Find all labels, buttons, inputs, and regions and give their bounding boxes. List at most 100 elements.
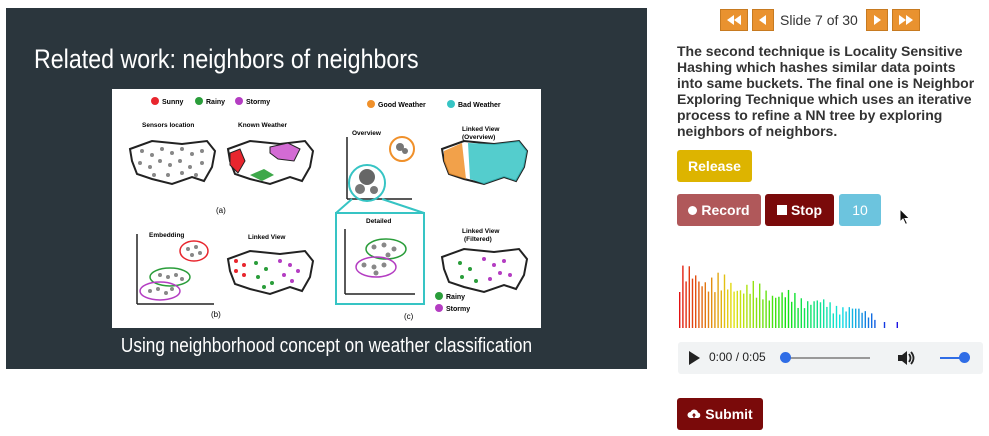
stop-icon: [776, 205, 787, 215]
waveform-bar: [775, 297, 777, 328]
label-linked-overview-sub: (Overview): [462, 134, 495, 141]
submit-button[interactable]: Submit: [677, 398, 763, 430]
waveform-bar: [720, 290, 722, 328]
audio-waveform: [679, 265, 898, 328]
waveform-bar: [842, 307, 844, 328]
waveform-bar: [679, 292, 681, 328]
waveform-bar: [813, 301, 815, 328]
waveform-bar: [733, 291, 735, 328]
slide-caption: Using neighborhood concept on weather cl…: [120, 335, 533, 357]
waveform-bar: [826, 306, 828, 328]
slide-counter: Slide 7 of 30: [780, 12, 858, 28]
waveform-bar: [855, 308, 857, 328]
waveform-bar: [858, 308, 860, 328]
record-icon: [688, 205, 698, 215]
legend-sunny: Sunny: [162, 99, 183, 106]
waveform-bar: [851, 308, 854, 328]
waveform-bar: [685, 281, 687, 328]
waveform-bar: [704, 282, 706, 328]
waveform-bar: [749, 293, 751, 328]
waveform-bar: [816, 300, 818, 328]
label-detailed: Detailed: [366, 218, 391, 225]
stop-button[interactable]: Stop: [765, 194, 834, 226]
release-label: Release: [688, 158, 741, 174]
release-button[interactable]: Release: [677, 150, 752, 182]
waveform-bar: [727, 289, 729, 328]
waveform-bar: [707, 291, 710, 328]
recording-count-badge: 10: [839, 194, 881, 226]
legend-good-weather: Good Weather: [378, 102, 426, 109]
waveform-bar: [871, 313, 873, 328]
legend-stormy: Stormy: [246, 99, 270, 106]
waveform-bar: [778, 296, 780, 328]
label-overview: Overview: [352, 130, 382, 137]
previous-slide-button[interactable]: [752, 9, 774, 31]
cloud-upload-icon: [687, 409, 701, 418]
waveform-bar: [743, 293, 745, 328]
waveform-bar: [711, 277, 713, 328]
count-value: 10: [852, 202, 868, 218]
waveform-bar: [765, 290, 767, 328]
audio-player: 0:00 / 0:05: [678, 342, 983, 374]
label-linked-filtered: Linked View: [462, 228, 500, 235]
label-linked-filtered-sub: (Filtered): [464, 236, 492, 243]
waveform-bar: [688, 266, 690, 328]
waveform-bar: [807, 301, 809, 328]
waveform-bar: [768, 300, 770, 328]
submit-label: Submit: [705, 406, 753, 422]
slide-navigation: Slide 7 of 30: [720, 8, 924, 32]
waveform-bar: [698, 281, 700, 328]
waveform-bar: [791, 301, 793, 328]
waveform-bar: [695, 275, 697, 328]
waveform-bar: [835, 305, 838, 328]
forward-icon: [873, 15, 881, 25]
first-slide-button[interactable]: [720, 9, 748, 31]
waveform-bar: [730, 282, 732, 328]
waveform-bar: [752, 280, 754, 328]
waveform-bar: [771, 295, 774, 328]
waveform-bar: [874, 319, 876, 328]
waveform-bar: [861, 312, 863, 328]
label-linked-view: Linked View: [248, 234, 286, 241]
record-label: Record: [701, 202, 750, 218]
waveform-bar: [714, 292, 716, 328]
volume-icon[interactable]: [896, 349, 916, 367]
waveform-bar: [832, 313, 834, 328]
legend-bad-weather: Bad Weather: [458, 102, 501, 109]
waveform-bar: [829, 302, 831, 328]
waveform-bar: [803, 308, 806, 328]
slide-description: The second technique is Locality Sensiti…: [677, 43, 975, 139]
waveform-bar: [883, 322, 886, 328]
waveform-bar: [800, 298, 802, 328]
waveform-bar: [691, 278, 694, 328]
fast-forward-icon: [898, 15, 913, 25]
next-slide-button[interactable]: [865, 9, 888, 31]
mouse-cursor-icon: [899, 208, 911, 226]
waveform-bar: [701, 286, 703, 328]
waveform-bar: [787, 289, 790, 328]
fast-backward-icon: [727, 15, 741, 25]
waveform-bar: [736, 290, 738, 328]
play-icon[interactable]: [689, 351, 700, 365]
label-panel-c: (c): [404, 312, 414, 321]
record-button[interactable]: Record: [677, 194, 761, 226]
volume-handle[interactable]: [959, 352, 970, 363]
audio-seek-track[interactable]: [786, 357, 870, 359]
audio-seek-handle[interactable]: [780, 352, 791, 363]
slide-view: Related work: neighbors of neighbors Sun…: [6, 8, 647, 369]
waveform-bar: [810, 304, 812, 328]
waveform-bar: [797, 307, 799, 328]
label-sensors: Sensors location: [142, 122, 194, 129]
waveform-bar: [839, 314, 841, 328]
waveform-bar: [781, 292, 783, 328]
waveform-bar: [723, 274, 726, 328]
waveform-bar: [682, 265, 684, 328]
audio-time: 0:00 / 0:05: [709, 350, 766, 364]
waveform-bar: [762, 299, 764, 328]
last-slide-button[interactable]: [891, 9, 920, 31]
slide-figure: Sunny Rainy Stormy Good Weather Bad Weat…: [112, 89, 541, 328]
waveform-bar: [845, 311, 847, 328]
waveform-bar: [823, 299, 825, 328]
waveform-bar: [848, 307, 850, 328]
weather-figure-illustration: Sunny Rainy Stormy Good Weather Bad Weat…: [128, 97, 529, 321]
